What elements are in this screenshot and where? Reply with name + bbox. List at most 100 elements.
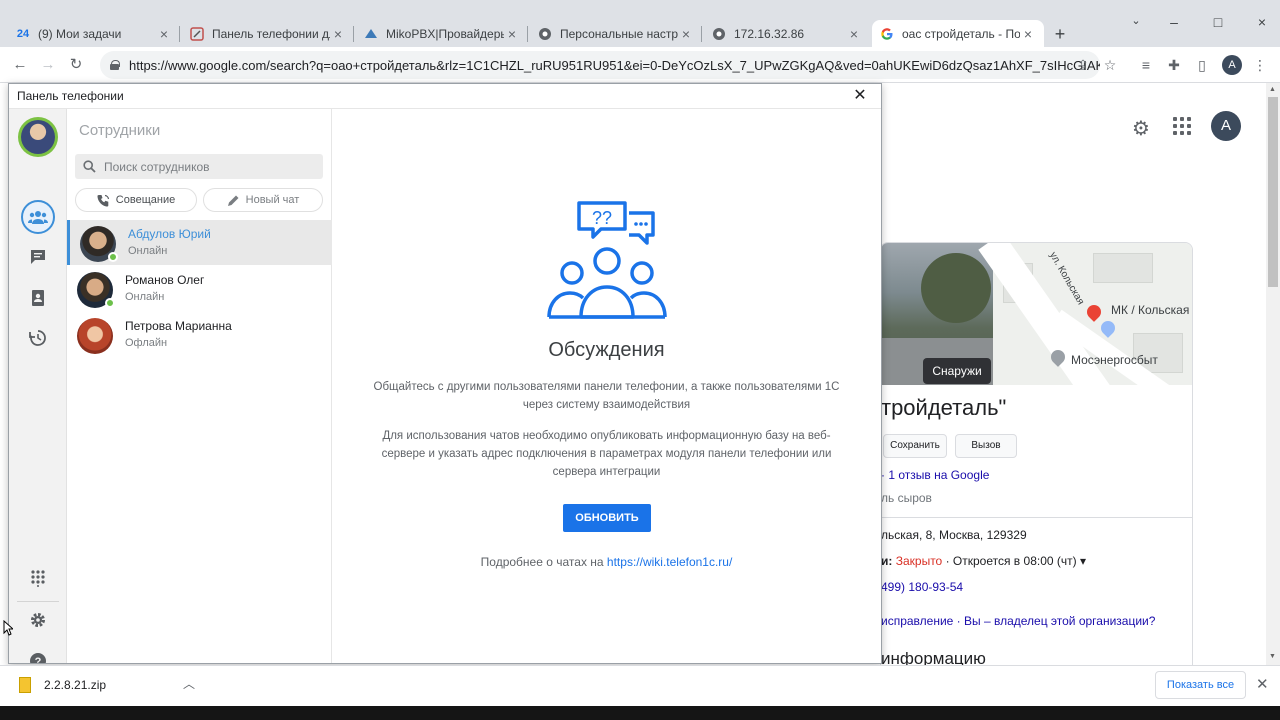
business-phone[interactable]: 499) 180-93-54 <box>881 580 963 594</box>
profile-avatar[interactable]: A <box>1222 55 1242 75</box>
business-address: льская, 8, Москва, 129329 <box>881 528 1027 542</box>
close-downloads-icon[interactable]: ✕ <box>1256 675 1269 693</box>
url-text: https://www.google.com/search?q=оао+стро… <box>129 57 1100 73</box>
online-status-dot <box>105 298 115 308</box>
employee-search-input[interactable]: Поиск сотрудников <box>75 154 323 179</box>
tab-personal-settings[interactable]: Персональные настрой × <box>530 20 702 47</box>
back-arrow-icon[interactable]: ← <box>10 55 30 75</box>
zip-file-icon <box>19 677 31 693</box>
google-icon <box>880 27 894 41</box>
business-category: ль сыров <box>881 491 932 505</box>
wiki-link[interactable]: https://wiki.telefon1c.ru/ <box>607 555 732 569</box>
maximize-button[interactable]: □ <box>1208 14 1228 30</box>
help-icon[interactable]: ? <box>28 651 48 664</box>
contact-status: Офлайн <box>125 337 168 349</box>
tab-close-icon[interactable]: × <box>846 26 862 42</box>
contact-name: Абдулов Юрий <box>128 227 211 241</box>
contact-row[interactable]: Абдулов Юрий Онлайн <box>67 220 332 265</box>
employees-icon[interactable] <box>28 207 48 227</box>
google-apps-icon[interactable] <box>1173 117 1191 135</box>
location-pin-icon <box>1084 302 1104 322</box>
tab-my-tasks[interactable]: 24 (9) Мои задачи × <box>8 20 180 47</box>
tab-strip: 24 (9) Мои задачи × Панель телефонии для… <box>0 0 1280 47</box>
contact-row[interactable]: Романов Олег Онлайн <box>67 266 332 311</box>
window-title: Панель телефонии <box>9 84 881 109</box>
contact-avatar <box>77 318 113 354</box>
map-place-label: Мосэнергосбыт <box>1071 353 1158 367</box>
tab-phone-panel[interactable]: Панель телефонии для × <box>182 20 354 47</box>
tab-close-icon[interactable]: × <box>504 26 520 42</box>
tab-mikopbx[interactable]: MikoPBX|Провайдеры т × <box>356 20 528 47</box>
contact-name: Петрова Марианна <box>125 319 232 333</box>
edit-links[interactable]: исправление · Вы – владелец этой организ… <box>881 614 1155 628</box>
mouse-cursor-icon <box>3 620 13 636</box>
address-bar[interactable]: https://www.google.com/search?q=оао+стро… <box>100 51 1100 79</box>
tab-ip-address[interactable]: 172.16.32.86 × <box>704 20 870 47</box>
menu-kebab-icon[interactable]: ⋮ <box>1250 55 1270 75</box>
screen: { "browser": { "tabs": [ {"badge": "24",… <box>0 0 1280 720</box>
tab-title: MikoPBX|Провайдеры т <box>386 26 504 41</box>
pencil-icon <box>227 195 239 206</box>
contact-status: Онлайн <box>128 245 168 257</box>
close-window-button[interactable]: × <box>1252 14 1272 30</box>
globe-icon <box>712 27 726 41</box>
svg-text:?: ? <box>35 656 42 664</box>
call-button[interactable]: Вызов <box>955 434 1017 458</box>
new-chat-button[interactable]: Новый чат <box>203 188 323 212</box>
street-photo[interactable]: Снаружи <box>881 243 993 385</box>
employees-list-panel: Сотрудники Поиск сотрудников Совещание Н… <box>67 109 332 663</box>
show-all-button[interactable]: Показать все <box>1155 671 1246 699</box>
outside-view-label[interactable]: Снаружи <box>923 358 991 384</box>
minimize-button[interactable]: – <box>1164 14 1184 30</box>
tab-google-search[interactable]: оас стройдеталь - Пои × <box>872 20 1044 47</box>
business-title: тройдеталь" <box>881 395 1007 420</box>
user-avatar[interactable] <box>18 117 58 157</box>
online-status-dot <box>108 252 118 262</box>
close-icon[interactable]: ✕ <box>851 87 869 105</box>
scrollbar-thumb[interactable] <box>1268 97 1278 287</box>
extension-icon[interactable]: ≡ <box>1136 55 1156 75</box>
tab-close-icon[interactable]: × <box>678 26 694 42</box>
chevron-up-icon[interactable]: ︿ <box>183 675 195 692</box>
history-icon[interactable] <box>28 328 48 348</box>
tab-close-icon[interactable]: × <box>330 26 346 42</box>
refresh-button[interactable]: ОБНОВИТЬ <box>563 504 651 532</box>
save-button[interactable]: Сохранить <box>883 434 947 458</box>
dialpad-icon[interactable] <box>28 568 48 588</box>
tab-title: оас стройдеталь - Пои <box>902 26 1020 41</box>
puzzle-icon[interactable]: ✚ <box>1164 55 1184 75</box>
map-thumbnail[interactable]: ул. Кольская МК / Кольская 8 Мосэнергосб… <box>978 243 1193 417</box>
forward-arrow-icon[interactable]: → <box>38 55 58 75</box>
new-tab-button[interactable]: + <box>1050 24 1070 45</box>
globe-icon <box>538 27 552 41</box>
conference-call-icon <box>97 194 109 206</box>
map-street-label: ул. Кольская <box>1046 250 1086 307</box>
downloads-bar: 2.2.8.21.zip ︿ Показать все ✕ <box>0 665 1280 706</box>
page-scrollbar[interactable]: ▲ ▼ <box>1266 83 1280 665</box>
bookmark-star-icon[interactable]: ☆ <box>1100 55 1120 75</box>
chat-icon[interactable] <box>28 247 48 267</box>
publish-instructions: Для использования чатов необходимо опубл… <box>381 430 832 478</box>
google-account-avatar[interactable]: A <box>1211 111 1241 141</box>
svg-text:??: ?? <box>592 208 612 228</box>
reviews-link[interactable]: · 1 отзыв на Google <box>881 468 989 482</box>
download-file-name[interactable]: 2.2.8.21.zip <box>44 678 106 692</box>
browser-toolbar: ← → ↻ https://www.google.com/search?q=оа… <box>0 47 1280 83</box>
meeting-button[interactable]: Совещание <box>75 188 197 212</box>
reload-icon[interactable]: ↻ <box>66 55 86 75</box>
discussions-illustration-icon: ?? <box>547 201 667 319</box>
contacts-book-icon[interactable] <box>28 288 48 308</box>
side-panel-icon[interactable]: ▯ <box>1192 55 1212 75</box>
business-hours[interactable]: и: Закрыто · Откроется в 08:00 (чт) ▾ <box>881 554 1086 568</box>
share-icon[interactable]: ⇪ <box>1073 55 1093 75</box>
panel-heading: Сотрудники <box>79 122 161 139</box>
contact-row[interactable]: Петрова Марианна Офлайн <box>67 312 332 357</box>
settings-gear-icon[interactable] <box>28 610 48 630</box>
settings-gear-icon[interactable]: ⚙ <box>1132 116 1150 141</box>
tab-search-icon[interactable]: ⌄ <box>1126 14 1146 27</box>
phone-panel-window: Панель телефонии ✕ ? Сотрудники Поиск со… <box>8 83 882 664</box>
tab-close-icon[interactable]: × <box>1020 26 1036 42</box>
tab-close-icon[interactable]: × <box>156 26 172 42</box>
more-info-line: Подробнее о чатах на https://wiki.telefo… <box>480 555 733 569</box>
map-place-label: МК / Кольская 8 <box>1111 303 1193 317</box>
